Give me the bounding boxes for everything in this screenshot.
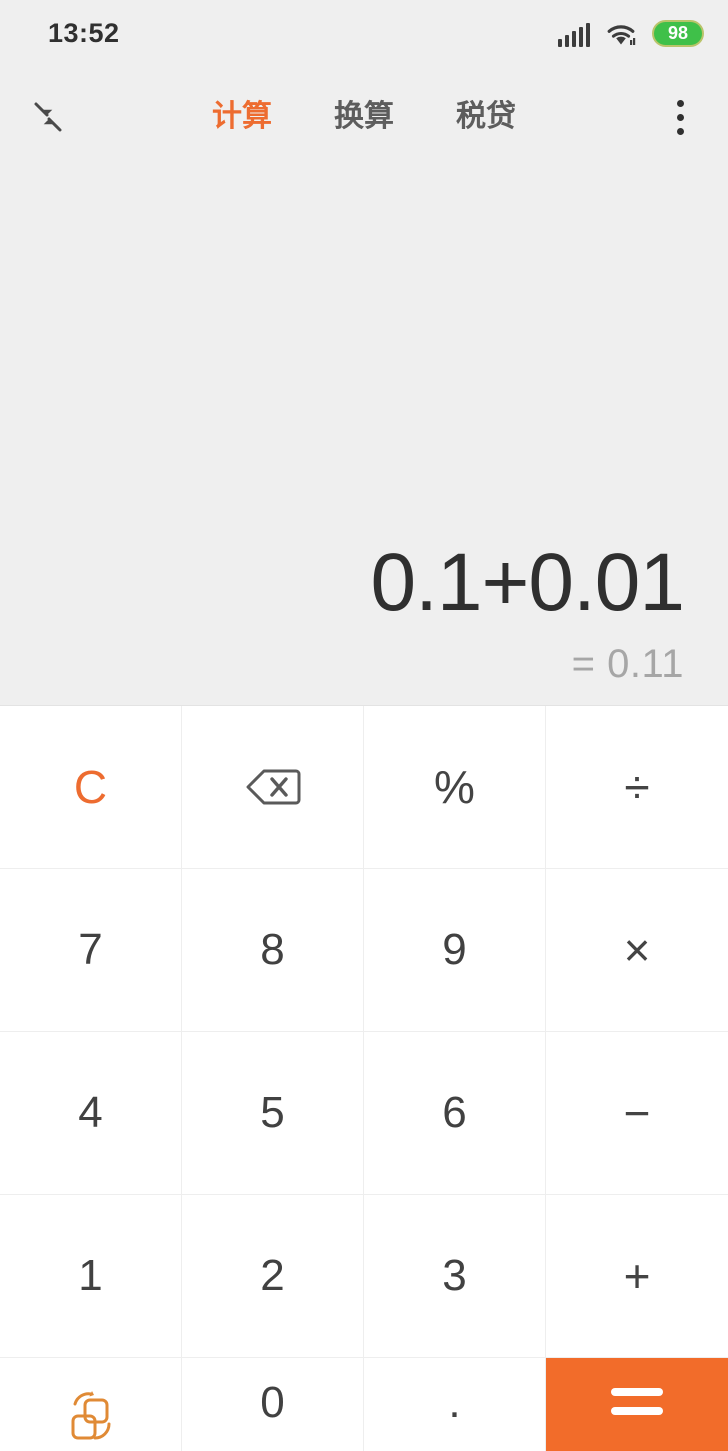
key-decimal[interactable]: . xyxy=(364,1358,546,1451)
key-backspace[interactable] xyxy=(182,706,364,869)
cellular-signal-icon xyxy=(557,22,590,47)
battery-icon: 98 xyxy=(652,19,704,47)
key-8[interactable]: 8 xyxy=(182,869,364,1032)
key-0[interactable]: 0 xyxy=(182,1358,364,1451)
collapse-arrows-icon[interactable] xyxy=(0,78,96,156)
key-6[interactable]: 6 xyxy=(364,1032,546,1195)
backspace-icon xyxy=(246,769,300,805)
tab-convert[interactable]: 换算 xyxy=(334,102,394,132)
key-9[interactable]: 9 xyxy=(364,869,546,1032)
tab-tax-loan[interactable]: 税贷 xyxy=(456,102,516,132)
key-add[interactable]: + xyxy=(546,1195,728,1358)
key-subtract[interactable]: − xyxy=(546,1032,728,1195)
calculator-display: 0.1+0.01 = 0.11 xyxy=(0,156,728,705)
key-2[interactable]: 2 xyxy=(182,1195,364,1358)
result-text: = 0.11 xyxy=(571,642,684,686)
key-equals[interactable] xyxy=(546,1358,728,1451)
tab-bar: 计算 换算 税贷 xyxy=(96,102,632,132)
key-7[interactable]: 7 xyxy=(0,869,182,1032)
battery-level: 98 xyxy=(667,23,689,43)
keypad: C % ÷ 7 8 9 × 4 5 6 − 1 2 3 + 0 . xyxy=(0,705,728,1451)
app-bar: 计算 换算 税贷 xyxy=(0,78,728,156)
tab-calculate[interactable]: 计算 xyxy=(212,102,272,132)
status-bar: 13:52 98 xyxy=(0,0,728,66)
key-clear[interactable]: C xyxy=(0,706,182,869)
status-icon-group: 98 xyxy=(557,19,704,47)
key-multiply[interactable]: × xyxy=(546,869,728,1032)
status-time: 13:52 xyxy=(48,17,120,48)
key-3[interactable]: 3 xyxy=(364,1195,546,1358)
equals-icon xyxy=(611,1388,663,1415)
key-4[interactable]: 4 xyxy=(0,1032,182,1195)
key-percent[interactable]: % xyxy=(364,706,546,869)
calculator-app: 13:52 98 计算 换算 税贷 0.1+0.01 = 0.11 C % ÷ … xyxy=(0,0,728,1451)
expression-text: 0.1+0.01 xyxy=(370,537,685,629)
key-unit-convert[interactable] xyxy=(0,1358,182,1451)
unit-convert-icon xyxy=(71,1390,110,1439)
overflow-menu-icon[interactable] xyxy=(632,78,728,156)
key-divide[interactable]: ÷ xyxy=(546,706,728,869)
key-1[interactable]: 1 xyxy=(0,1195,182,1358)
wifi-icon xyxy=(606,24,636,47)
key-5[interactable]: 5 xyxy=(182,1032,364,1195)
